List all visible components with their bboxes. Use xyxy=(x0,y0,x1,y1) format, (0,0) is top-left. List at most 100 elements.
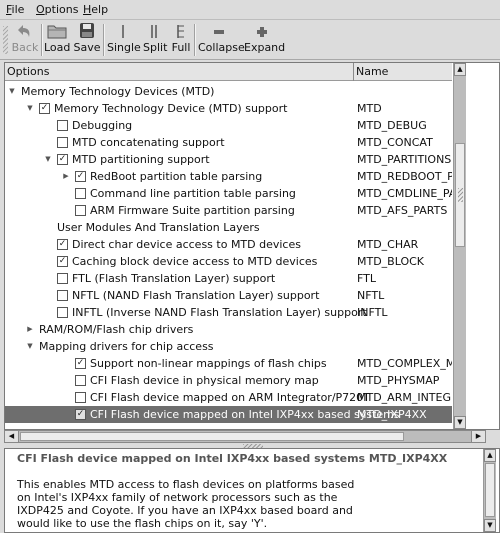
tree-row[interactable]: FTL (Flash Translation Layer) support FTL xyxy=(5,270,452,287)
help-text-panel: CFI Flash device mapped on Intel IXP4xx … xyxy=(4,448,500,533)
checkbox-unchecked[interactable] xyxy=(75,188,86,199)
option-label: Support non-linear mappings of flash chi… xyxy=(90,357,327,370)
split-view-icon xyxy=(149,22,159,40)
menu-help[interactable]: Help xyxy=(83,3,108,16)
help-vertical-scrollbar[interactable]: ▲ ▼ xyxy=(483,449,496,532)
option-symbol-name: NFTL xyxy=(357,289,385,302)
folder-icon xyxy=(47,22,67,40)
collapse-button[interactable]: Collapse xyxy=(198,22,245,58)
scrollbar-thumb[interactable] xyxy=(485,463,495,517)
checkbox-unchecked[interactable] xyxy=(75,205,86,216)
checkbox-checked[interactable]: ✓ xyxy=(75,171,86,182)
tree-horizontal-scrollbar[interactable]: ◀ ▶ xyxy=(4,430,486,443)
menu-help-rest: elp xyxy=(91,3,109,16)
tree-row[interactable]: ARM Firmware Suite partition parsing MTD_… xyxy=(5,202,452,219)
tree-row[interactable]: MTD concatenating support MTD_CONCAT xyxy=(5,134,452,151)
save-button[interactable]: Save xyxy=(73,22,101,58)
option-label: FTL (Flash Translation Layer) support xyxy=(72,272,276,285)
tree-row[interactable]: ▶ RAM/ROM/Flash chip drivers xyxy=(5,321,452,338)
scroll-left-arrow-icon[interactable]: ◀ xyxy=(5,431,19,442)
option-label: Caching block device access to MTD devic… xyxy=(72,255,318,268)
menu-bar: File Options Help xyxy=(0,0,500,20)
option-label: ARM Firmware Suite partition parsing xyxy=(90,204,295,217)
tree-vertical-scrollbar[interactable]: ▲ ▼ xyxy=(453,63,466,429)
expander-collapsed-icon[interactable]: ▶ xyxy=(25,321,35,338)
menu-options[interactable]: Options xyxy=(36,3,78,16)
floppy-disk-icon xyxy=(78,22,96,40)
tree-row[interactable]: ✓ Direct char device access to MTD device… xyxy=(5,236,452,253)
toolbar-separator xyxy=(103,24,105,56)
tree-row[interactable]: ▶ ✓ RedBoot partition table parsing MTD_RED… xyxy=(5,168,452,185)
scrollbar-thumb[interactable] xyxy=(455,143,465,247)
checkbox-checked[interactable]: ✓ xyxy=(75,409,86,420)
scroll-down-arrow-icon[interactable]: ▼ xyxy=(484,519,496,532)
option-label: RedBoot partition table parsing xyxy=(90,170,263,183)
back-button[interactable]: Back xyxy=(10,22,40,58)
tree-row[interactable]: Command line partition table parsing MTD_… xyxy=(5,185,452,202)
checkbox-checked[interactable]: ✓ xyxy=(57,256,68,267)
tree-row[interactable]: CFI Flash device in physical memory map M… xyxy=(5,372,452,389)
expander-expanded-icon[interactable]: ▼ xyxy=(25,100,35,117)
option-symbol-name: MTD_BLOCK xyxy=(357,255,425,268)
checkbox-unchecked[interactable] xyxy=(57,120,68,131)
option-label: Debugging xyxy=(72,119,133,132)
single-view-icon xyxy=(118,22,128,40)
tree-row[interactable]: User Modules And Translation Layers xyxy=(5,219,452,236)
checkbox-checked[interactable]: ✓ xyxy=(57,154,68,165)
tree-row[interactable]: INFTL (Inverse NAND Flash Translation La… xyxy=(5,304,452,321)
full-view-button[interactable]: Full xyxy=(170,22,192,58)
load-button[interactable]: Load xyxy=(44,22,70,58)
column-header-options[interactable]: Options xyxy=(5,63,353,81)
help-line: IXDP425 and Coyote. If you have an IXP4x… xyxy=(17,504,353,517)
scroll-up-arrow-icon[interactable]: ▲ xyxy=(484,449,496,462)
split-view-button[interactable]: Split xyxy=(143,22,167,58)
option-label: Mapping drivers for chip access xyxy=(39,340,214,353)
single-view-button[interactable]: Single xyxy=(107,22,141,58)
checkbox-checked[interactable]: ✓ xyxy=(39,103,50,114)
option-label: User Modules And Translation Layers xyxy=(57,221,260,234)
option-label: Memory Technology Device (MTD) support xyxy=(54,102,288,115)
expander-expanded-icon[interactable]: ▼ xyxy=(7,83,17,100)
expander-expanded-icon[interactable]: ▼ xyxy=(25,338,35,355)
tree-row[interactable]: CFI Flash device mapped on ARM Integrato… xyxy=(5,389,452,406)
option-symbol-name: MTD_REDBOOT_PARTS xyxy=(357,170,452,183)
scrollbar-thumb[interactable] xyxy=(20,432,404,441)
tree-row[interactable]: ✓ CFI Flash device mapped on Intel IXP4xx… xyxy=(5,406,452,423)
checkbox-unchecked[interactable] xyxy=(75,392,86,403)
help-line: This enables MTD access to flash devices… xyxy=(17,478,355,491)
tree-row[interactable]: ✓ Support non-linear mappings of flash ch… xyxy=(5,355,452,372)
expander-collapsed-icon[interactable]: ▶ xyxy=(61,168,71,185)
tree-row[interactable]: ▼ ✓ Memory Technology Device (MTD) support… xyxy=(5,100,452,117)
column-header-name[interactable]: Name xyxy=(353,63,452,81)
menu-file[interactable]: File xyxy=(6,3,24,16)
option-label: CFI Flash device mapped on Intel IXP4xx … xyxy=(90,408,400,421)
checkbox-unchecked[interactable] xyxy=(57,273,68,284)
tree-row[interactable]: ▼ ✓ MTD partitioning support MTD_PARTITIONS xyxy=(5,151,452,168)
option-symbol-name: MTD_CONCAT xyxy=(357,136,433,149)
option-label: CFI Flash device in physical memory map xyxy=(90,374,319,387)
full-view-icon xyxy=(176,22,186,40)
scroll-up-arrow-icon[interactable]: ▲ xyxy=(454,63,466,76)
checkbox-checked[interactable]: ✓ xyxy=(75,358,86,369)
tree-row[interactable]: Debugging MTD_DEBUG xyxy=(5,117,452,134)
tree-row[interactable]: ▼ Mapping drivers for chip access xyxy=(5,338,452,355)
plus-icon xyxy=(255,22,269,40)
expand-button[interactable]: Expand xyxy=(244,22,285,58)
option-symbol-name: MTD_CMDLINE_PARTS xyxy=(357,187,452,200)
scroll-right-arrow-icon[interactable]: ▶ xyxy=(471,431,485,442)
checkbox-unchecked[interactable] xyxy=(57,307,68,318)
expander-expanded-icon[interactable]: ▼ xyxy=(43,151,53,168)
checkbox-unchecked[interactable] xyxy=(57,290,68,301)
option-symbol-name: INFTL xyxy=(357,306,388,319)
option-label: INFTL (Inverse NAND Flash Translation La… xyxy=(72,306,367,319)
checkbox-checked[interactable]: ✓ xyxy=(57,239,68,250)
tree-row[interactable]: ✓ Caching block device access to MTD devi… xyxy=(5,253,452,270)
option-label: CFI Flash device mapped on ARM Integrato… xyxy=(90,391,370,404)
option-label: NFTL (NAND Flash Translation Layer) supp… xyxy=(72,289,320,302)
tree-row[interactable]: NFTL (NAND Flash Translation Layer) supp… xyxy=(5,287,452,304)
checkbox-unchecked[interactable] xyxy=(57,137,68,148)
toolbar-grip[interactable] xyxy=(3,26,8,54)
scroll-down-arrow-icon[interactable]: ▼ xyxy=(454,416,466,429)
checkbox-unchecked[interactable] xyxy=(75,375,86,386)
tree-row[interactable]: ▼ Memory Technology Devices (MTD) xyxy=(5,83,452,100)
